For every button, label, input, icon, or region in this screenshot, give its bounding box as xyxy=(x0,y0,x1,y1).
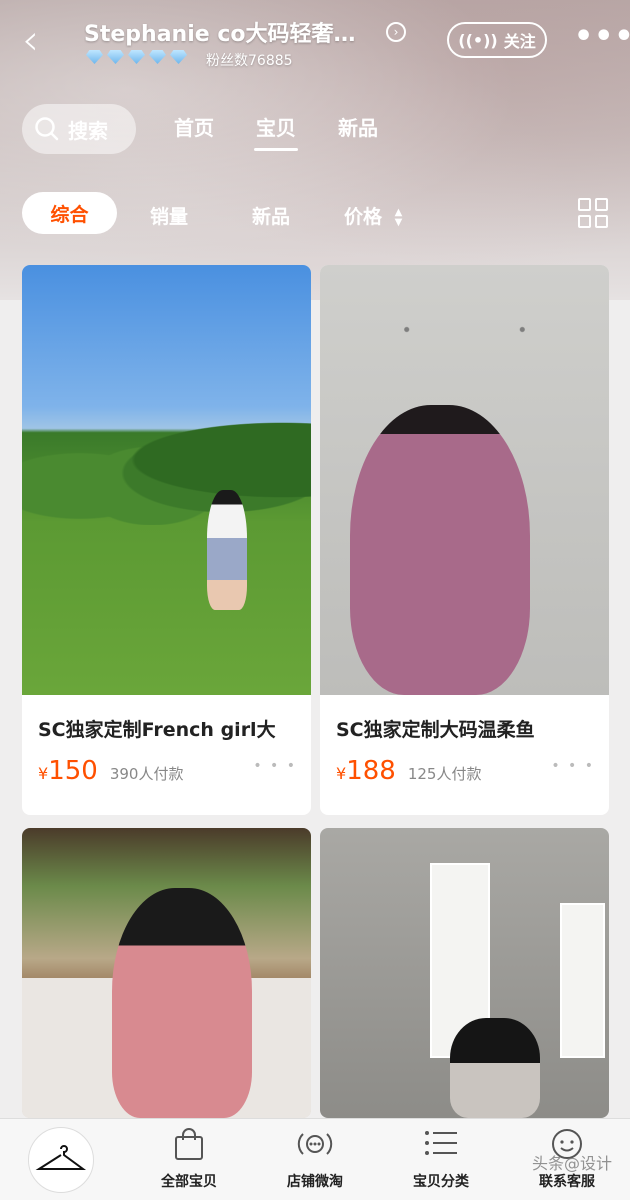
product-title: SC独家定制大码温柔鱼 xyxy=(336,719,535,741)
sort-arrows-icon: ▲ ▼ xyxy=(394,206,403,228)
currency-symbol: ¥ xyxy=(336,764,347,783)
tab-label: 全部宝贝 xyxy=(161,1174,217,1190)
sold-count: 125人付款 xyxy=(407,765,482,783)
sort-price-label: 价格 xyxy=(344,206,383,228)
broadcast-icon xyxy=(260,1127,370,1167)
product-card[interactable] xyxy=(22,828,311,1118)
product-title: SC独家定制French girl大 xyxy=(38,719,276,741)
tab-products[interactable]: 宝贝 xyxy=(254,112,298,151)
more-dots-icon[interactable]: • • • xyxy=(551,758,595,774)
store-header: ‹ Stephanie co大码轻奢… › 粉丝数76885 ((•)) 关注 … xyxy=(0,0,630,90)
sold-count: 390人付款 xyxy=(109,765,184,783)
sort-comprehensive[interactable]: 综合 xyxy=(22,192,117,234)
broadcast-icon: ((•)) xyxy=(458,30,498,50)
currency-symbol: ¥ xyxy=(38,764,49,783)
product-image[interactable] xyxy=(320,265,609,695)
sort-new[interactable]: 新品 xyxy=(252,202,290,229)
tab-all-products[interactable]: 全部宝贝 xyxy=(134,1127,244,1191)
shopping-bag-icon xyxy=(134,1127,244,1167)
product-image[interactable] xyxy=(22,828,311,1118)
tab-new[interactable]: 新品 xyxy=(338,112,378,151)
list-icon xyxy=(386,1127,496,1167)
search-label: 搜索 xyxy=(68,118,108,143)
tab-label: 联系客服 xyxy=(539,1174,595,1190)
follow-label: 关注 xyxy=(503,32,536,51)
product-card[interactable]: SC独家定制大码温柔鱼 ¥ 188 125人付款 • • • xyxy=(320,265,609,815)
store-nav-tabs: 首页 宝贝 新品 xyxy=(174,112,378,151)
more-dots-icon[interactable]: • • • xyxy=(253,758,297,774)
search-icon xyxy=(35,117,59,141)
price-row: ¥ 150 390人付款 • • • xyxy=(22,742,311,786)
more-icon[interactable]: ••• xyxy=(574,22,630,52)
watermark: 头条@设计 xyxy=(531,1154,612,1173)
follow-button[interactable]: ((•)) 关注 xyxy=(447,22,547,58)
sort-sales[interactable]: 销量 xyxy=(150,202,188,229)
sort-price[interactable]: 价格 ▲ ▼ xyxy=(344,202,402,229)
price-row: ¥ 188 125人付款 • • • xyxy=(320,742,609,786)
diamond-icon xyxy=(170,50,187,64)
store-rating xyxy=(86,50,187,64)
tab-categories[interactable]: 宝贝分类 xyxy=(386,1127,496,1191)
back-icon[interactable]: ‹ xyxy=(22,19,62,64)
product-price: 150 xyxy=(48,756,98,786)
grid-view-icon[interactable] xyxy=(578,198,608,228)
store-name[interactable]: Stephanie co大码轻奢… xyxy=(84,16,384,48)
product-card[interactable] xyxy=(320,828,609,1118)
sort-bar: 综合 销量 新品 价格 ▲ ▼ xyxy=(22,192,612,236)
product-card[interactable]: SC独家定制French girl大 ¥ 150 390人付款 • • • xyxy=(22,265,311,815)
store-search-button[interactable]: 搜索 xyxy=(22,104,136,154)
product-image[interactable] xyxy=(22,265,311,695)
hanger-logo-icon xyxy=(35,1145,87,1170)
diamond-icon xyxy=(128,50,145,64)
product-image[interactable] xyxy=(320,828,609,1118)
chevron-right-icon[interactable]: › xyxy=(386,22,406,42)
tab-store-feed[interactable]: 店铺微淘 xyxy=(260,1127,370,1191)
diamond-icon xyxy=(107,50,124,64)
store-logo[interactable] xyxy=(28,1127,94,1193)
tab-label: 宝贝分类 xyxy=(413,1174,469,1190)
fans-count: 粉丝数76885 xyxy=(206,53,293,69)
diamond-icon xyxy=(149,50,166,64)
product-price: 188 xyxy=(346,756,396,786)
tab-home[interactable]: 首页 xyxy=(174,112,214,151)
tab-label: 店铺微淘 xyxy=(287,1174,343,1190)
diamond-icon xyxy=(86,50,103,64)
